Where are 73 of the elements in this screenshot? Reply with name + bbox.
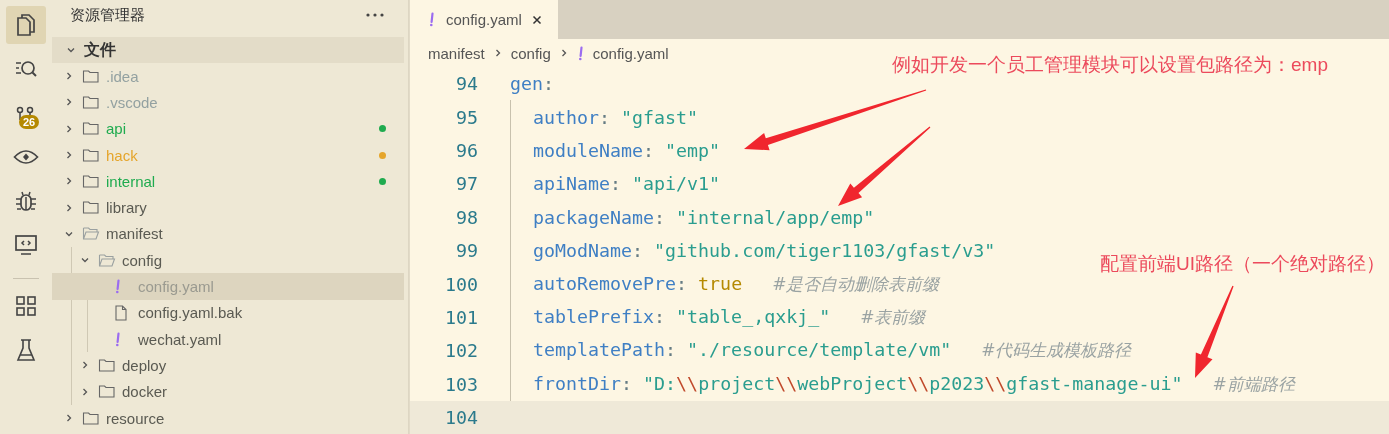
monitor-icon[interactable]	[14, 234, 38, 256]
exclamation-icon	[428, 12, 436, 27]
tree-item[interactable]: manifest	[52, 220, 404, 248]
open-folder-icon	[82, 226, 100, 242]
chevron-right-icon	[64, 176, 74, 187]
section-header[interactable]: 文件	[52, 37, 404, 63]
more-icon[interactable]	[366, 13, 384, 17]
tree-item[interactable]: resource	[52, 404, 404, 432]
eye-icon[interactable]	[13, 148, 39, 166]
tree-item[interactable]: config	[52, 247, 404, 274]
tree-item[interactable]: config.yaml.bak	[52, 299, 404, 326]
code-line: author: "gfast"	[533, 106, 699, 128]
chevron-right-icon	[80, 360, 90, 371]
folder-icon	[82, 94, 100, 110]
line-number: 99	[455, 240, 478, 262]
code-line: autoRemovePre: true #是否自动删除表前缀	[533, 272, 940, 294]
annotation-text: 例如开发一个员工管理模块可以设置包路径为：emp	[892, 53, 1328, 77]
folder-icon	[82, 410, 100, 426]
code-line: tablePrefix: "table_,qxkj_" #表前缀	[533, 305, 926, 327]
exclamation-icon	[576, 45, 585, 61]
annotation-text: 配置前端UI路径（一个绝对路径）	[1100, 252, 1385, 276]
exclamation-icon	[114, 331, 122, 347]
extensions-icon[interactable]	[15, 295, 37, 317]
open-folder-icon	[98, 252, 116, 268]
chevron-right-icon	[80, 386, 90, 397]
line-number: 95	[455, 106, 478, 128]
file-icon	[114, 304, 128, 321]
folder-icon	[98, 384, 116, 400]
chevron-right-icon	[64, 97, 74, 108]
chevron-right-icon	[64, 71, 74, 82]
bug-icon[interactable]	[14, 189, 38, 213]
tree-item[interactable]: docker	[52, 378, 404, 405]
notification-badge: 26	[19, 115, 40, 129]
line-number: 101	[443, 306, 478, 328]
line-number: 98	[455, 206, 478, 228]
chevron-down-icon	[66, 45, 76, 55]
breadcrumb-item[interactable]: config.yaml	[592, 44, 669, 62]
folder-icon	[82, 200, 100, 216]
folder-icon	[98, 357, 116, 373]
flask-icon[interactable]	[16, 338, 36, 362]
folder-icon	[82, 173, 100, 189]
code-line: goModName: "github.com/tiger1103/gfast/v3"	[533, 240, 996, 262]
code-line: templatePath: "./resource/template/vm" #代码生成模板路径	[533, 339, 1132, 361]
line-number: 97	[455, 173, 478, 195]
chevron-right-icon	[64, 150, 74, 161]
line-number: 102	[443, 340, 478, 362]
tree-item[interactable]: library	[52, 194, 404, 221]
chevron-right-icon	[64, 123, 74, 134]
editor-tab[interactable]: config.yaml	[410, 0, 558, 39]
breadcrumb-item[interactable]: manifest	[428, 44, 485, 62]
code-line: packageName: "internal/app/emp"	[533, 206, 875, 228]
folder-icon	[82, 121, 100, 137]
code-line: frontDir: "D:\\project\\webProject\\p2023\\gfast-manage-ui" #前端路径	[533, 372, 1295, 394]
line-number: 94	[455, 73, 478, 95]
code-line: moduleName: "emp"	[533, 139, 721, 161]
line-number: 100	[443, 273, 478, 295]
close-icon[interactable]	[531, 14, 542, 25]
explorer-title: 资源管理器	[70, 5, 145, 25]
breadcrumb-item[interactable]: config	[510, 44, 551, 62]
exclamation-icon	[114, 279, 122, 294]
code-line: apiName: "api/v1"	[533, 173, 721, 195]
search-icon[interactable]	[14, 59, 38, 79]
code-line: gen:	[510, 73, 555, 95]
line-number: 103	[443, 373, 478, 395]
chevron-right-icon	[64, 413, 74, 423]
files-icon[interactable]	[15, 13, 37, 37]
tree-item[interactable]: deploy	[52, 352, 404, 379]
folder-icon	[82, 147, 100, 163]
chevron-right-icon	[64, 202, 74, 213]
folder-icon	[82, 68, 100, 84]
line-number: 96	[455, 139, 478, 161]
tree-item[interactable]: wechat.yaml	[52, 325, 404, 353]
line-number: 104	[443, 407, 478, 429]
